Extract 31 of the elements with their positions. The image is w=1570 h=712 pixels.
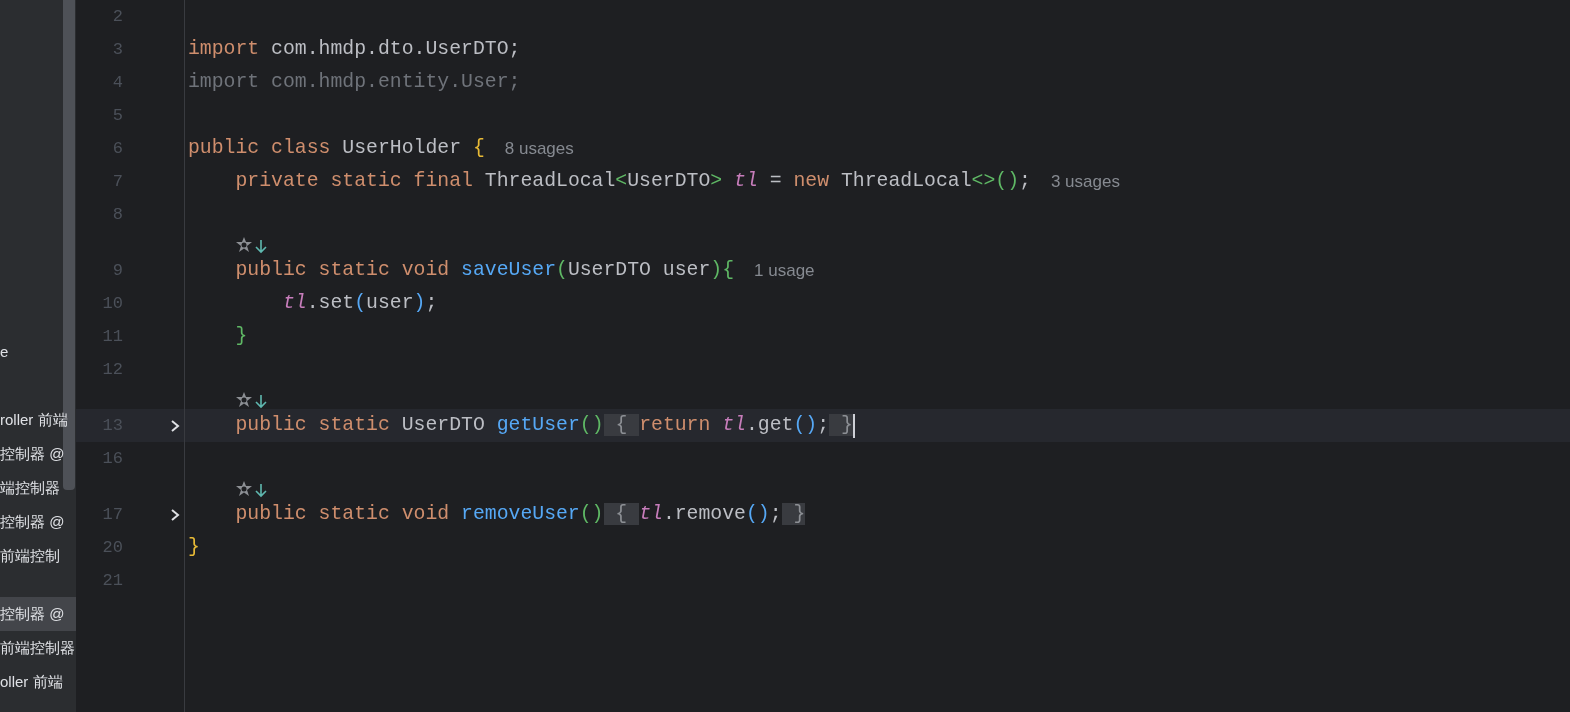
usage-hint[interactable]: 8 usages [504,135,574,162]
code-line: } [234,323,248,349]
code-line: tl.set(user); [281,290,438,316]
code-line: public static UserDTO getUser() { return tl.get(); } [234,412,853,438]
tree-item[interactable]: 前端控制器 [0,631,76,665]
tree-item[interactable]: 控制器 @ [0,437,76,471]
down-arrow-icon[interactable] [255,393,267,409]
code-line: import com.hmdp.entity.User; [188,69,521,95]
star-icon[interactable] [235,480,253,498]
code-line: public static void saveUser(UserDTO user){ [234,257,735,283]
tree-item[interactable]: 前端控制 [0,539,76,573]
code-line: private static final ThreadLocal<UserDTO> tl = new ThreadLocal<>(); [234,168,1031,194]
usage-hint[interactable]: 1 usage [754,257,815,284]
code-line: public static void removeUser() { tl.remove(); } [234,501,806,527]
down-arrow-icon[interactable] [255,482,267,498]
tree-item[interactable]: e [0,335,76,369]
star-icon[interactable] [235,391,253,409]
down-arrow-icon[interactable] [255,238,267,254]
code-line: import com.hmdp.dto.UserDTO; [188,36,521,62]
text-cursor [852,413,855,438]
usage-hint[interactable]: 3 usages [1050,168,1120,195]
tree-item[interactable]: 控制器 @ [0,597,76,631]
tree-item[interactable]: 控制器 @ [0,505,76,539]
code-line: public class UserHolder { [188,135,485,161]
star-icon[interactable] [235,236,253,254]
chevron-icon[interactable] [169,418,181,433]
tree-item[interactable]: roller 前端 [0,403,76,437]
code-line: } [188,534,200,560]
tree-item[interactable]: 端控制器 [0,471,76,505]
chevron-icon[interactable] [169,507,181,522]
tree-item[interactable]: oller 前端 [0,665,76,699]
